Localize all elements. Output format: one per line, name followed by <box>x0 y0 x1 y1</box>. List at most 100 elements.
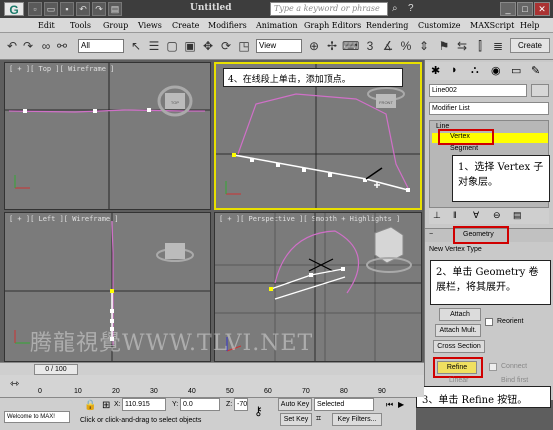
link-icon[interactable]: ∞ <box>38 38 54 54</box>
spinner-snap-icon[interactable]: ⇕ <box>416 38 432 54</box>
time-slider-thumb[interactable]: 0 / 100 <box>34 364 78 375</box>
title-bar: G ▫ ▭ ▪ ↶ ↷ ▤ Untitled Type a keyword or… <box>0 0 553 18</box>
panel-tabs: ✱ ◗ ⛬ ◉ ▭ ✎ <box>425 62 553 80</box>
pivot-center-icon[interactable]: ⊕ <box>306 38 322 54</box>
quick-save-icon[interactable]: ▪ <box>60 2 74 16</box>
object-color-swatch[interactable] <box>531 84 549 97</box>
make-unique-icon[interactable]: ∀ <box>473 210 479 221</box>
reference-coordinate-dropdown[interactable]: View <box>256 39 302 53</box>
select-object-icon[interactable]: ↖ <box>128 38 144 54</box>
window-crossing-icon[interactable]: ▣ <box>182 38 198 54</box>
menu-graph-editors[interactable]: Graph Editors <box>304 21 361 30</box>
maxscript-listener[interactable]: Welcome to MAX! <box>4 411 70 423</box>
undo-icon[interactable]: ↶ <box>76 2 90 16</box>
set-key-button[interactable]: Set Key <box>280 413 312 426</box>
z-label: Z: <box>226 401 233 408</box>
select-move-icon[interactable]: ✥ <box>200 38 216 54</box>
menu-help[interactable]: Help <box>520 21 539 30</box>
object-name-field[interactable]: Line002 <box>429 84 527 97</box>
configure-sets-icon[interactable]: ▤ <box>513 210 522 221</box>
quick-new-icon[interactable]: ▫ <box>28 2 42 16</box>
track-bar[interactable]: ⇿ 0 10 20 30 40 50 60 70 80 90 <box>0 375 424 397</box>
display-tab-icon[interactable]: ▭ <box>511 64 521 77</box>
percent-snap-icon[interactable]: % <box>398 38 414 54</box>
time-slider[interactable]: 0 / 100 <box>0 362 424 375</box>
set-key-icon[interactable]: ⚷ <box>254 404 263 418</box>
named-selection-icon[interactable]: ⚑ <box>436 38 452 54</box>
hierarchy-tab-icon[interactable]: ⛬ <box>471 64 479 77</box>
hold-icon[interactable]: ▤ <box>108 2 122 16</box>
quick-open-icon[interactable]: ▭ <box>44 2 58 16</box>
selected-dropdown[interactable]: Selected <box>314 398 374 411</box>
modifier-list-dropdown[interactable]: Modifier List <box>429 102 549 115</box>
tick-90: 90 <box>378 388 386 395</box>
snap-toggle-icon[interactable]: 3 <box>362 38 378 54</box>
menu-rendering[interactable]: Rendering <box>366 21 408 30</box>
mirror-icon[interactable]: ⇆ <box>454 38 470 54</box>
rect-selection-icon[interactable]: ▢ <box>164 38 180 54</box>
highlight-vertex <box>438 129 494 145</box>
pin-stack-icon[interactable]: ⊥ <box>433 210 441 221</box>
cross-section-button[interactable]: Cross Section <box>433 340 485 353</box>
close-button[interactable]: ✕ <box>534 2 550 16</box>
lock-selection-icon[interactable]: 🔒 <box>84 400 96 411</box>
undo-toolbar-icon[interactable]: ↶ <box>4 38 20 54</box>
track-bar-icon[interactable]: ⇿ <box>10 377 19 390</box>
menu-edit[interactable]: Edit <box>38 21 55 30</box>
z-coordinate-field[interactable]: -70 <box>234 398 248 411</box>
remove-modifier-icon[interactable]: ⊖ <box>493 210 501 221</box>
y-coordinate-field[interactable]: 0.0 <box>180 398 220 411</box>
key-filters-button[interactable]: Key Filters... <box>332 413 382 426</box>
play-icon[interactable]: ▶ <box>398 400 404 409</box>
menu-modifiers[interactable]: Modifiers <box>208 21 247 30</box>
redo-toolbar-icon[interactable]: ↷ <box>20 38 36 54</box>
minimize-button[interactable]: _ <box>500 2 516 16</box>
callout-expand-geometry: 2、单击 Geometry 卷展栏，将其展开。 <box>430 260 551 305</box>
layer-manager-icon[interactable]: ≣ <box>490 38 506 54</box>
menu-views[interactable]: Views <box>138 21 162 30</box>
new-vertex-type-label: New Vertex Type <box>429 246 482 253</box>
y-label: Y: <box>172 401 179 408</box>
stack-item-segment[interactable]: Segment <box>450 145 478 152</box>
menu-group[interactable]: Group <box>103 21 128 30</box>
maximize-button[interactable]: □ <box>517 2 533 16</box>
select-by-name-icon[interactable]: ☰ <box>146 38 162 54</box>
select-scale-icon[interactable]: ◳ <box>236 38 252 54</box>
viewport-front[interactable]: FRONT 4、在线段上单击，添加顶点。 <box>214 62 422 210</box>
menu-animation[interactable]: Animation <box>256 21 298 30</box>
create-button[interactable]: Create <box>510 38 550 53</box>
key-filter-icon[interactable]: ⌗ <box>316 413 321 424</box>
menu-create[interactable]: Create <box>172 21 199 30</box>
utilities-tab-icon[interactable]: ✎ <box>531 64 540 77</box>
search-input[interactable]: Type a keyword or phrase <box>270 2 388 16</box>
select-manipulate-icon[interactable]: ✢ <box>324 38 340 54</box>
selection-filter-dropdown[interactable]: All <box>78 39 124 53</box>
redo-icon[interactable]: ↷ <box>92 2 106 16</box>
modify-tab-icon[interactable]: ◗ <box>451 64 458 76</box>
app-logo-icon[interactable]: G <box>4 2 24 17</box>
unlink-icon[interactable]: ⚯ <box>54 38 70 54</box>
show-end-result-icon[interactable]: ‖ <box>453 210 457 220</box>
attach-mult-button[interactable]: Attach Mult. <box>435 324 481 337</box>
search-icon[interactable]: ⌕ <box>392 3 404 15</box>
x-coordinate-field[interactable]: 110.915 <box>122 398 166 411</box>
transform-mode-icon[interactable]: ⊞ <box>102 400 110 411</box>
select-rotate-icon[interactable]: ⟳ <box>218 38 234 54</box>
help-icon[interactable]: ? <box>408 3 420 15</box>
menu-customize[interactable]: Customize <box>418 21 461 30</box>
go-to-start-icon[interactable]: ⏮ <box>386 400 393 410</box>
align-icon[interactable]: ⫿ <box>472 38 488 54</box>
create-tab-icon[interactable]: ✱ <box>431 64 440 77</box>
viewport-top[interactable]: [ + ][ Top ][ Wireframe ] TOP <box>4 62 211 210</box>
keyboard-shortcut-icon[interactable]: ⌨ <box>342 38 359 54</box>
motion-tab-icon[interactable]: ◉ <box>491 64 501 77</box>
menu-tools[interactable]: Tools <box>70 21 91 30</box>
menu-maxscript[interactable]: MAXScript <box>470 21 514 30</box>
attach-button[interactable]: Attach <box>439 308 481 321</box>
reorient-checkbox[interactable] <box>485 318 493 326</box>
rollout-toggle-icon[interactable]: − <box>429 231 433 238</box>
x-label: X: <box>114 401 121 408</box>
connect-checkbox[interactable] <box>489 363 497 371</box>
angle-snap-icon[interactable]: ∡ <box>380 38 396 54</box>
auto-key-button[interactable]: Auto Key <box>278 398 312 411</box>
